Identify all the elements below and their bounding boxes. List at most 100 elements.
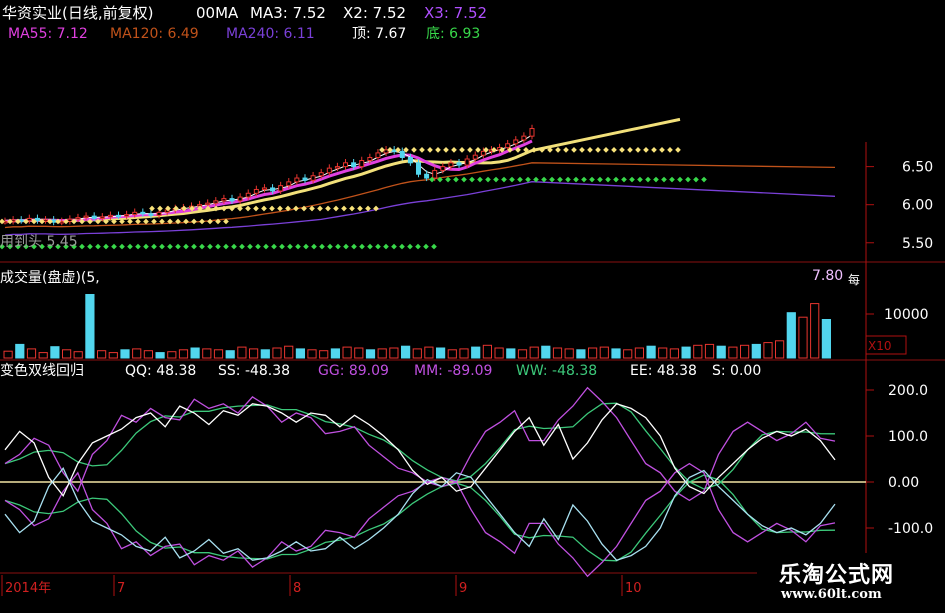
- volume-bar: [763, 342, 773, 359]
- s-value: S: 0.00: [712, 363, 761, 379]
- candle-body: [99, 216, 105, 219]
- price-note: 用到头 5.45: [0, 234, 78, 250]
- volume-bar: [517, 349, 528, 359]
- candle-body: [310, 175, 316, 181]
- ma-label: 00MA: [196, 4, 239, 22]
- volume-bar: [249, 348, 259, 359]
- volume-bar: [541, 345, 551, 359]
- volume-bar: [401, 345, 411, 359]
- price-tick-label: 5.50: [902, 236, 933, 252]
- chart-stage: 6.50 6.00 5.50 10000 200.0 100.0 0.00 -100.0 …: [0, 0, 945, 609]
- volume-bar: [319, 350, 329, 359]
- volume-tick-label: 10000: [884, 307, 929, 323]
- stock-title: 华资实业(日线,前复权): [2, 4, 153, 22]
- candle-body: [367, 156, 373, 162]
- candle-body: [261, 187, 267, 190]
- price-tick-label: 6.00: [902, 198, 933, 214]
- volume-bar: [3, 350, 13, 359]
- candle-body: [399, 150, 405, 158]
- volume-unit: X10: [868, 339, 892, 353]
- volume-bar: [62, 349, 72, 359]
- volume-bar: [681, 346, 691, 359]
- volume-bar: [178, 349, 189, 359]
- ma240-value: MA240: 6.11: [226, 26, 315, 42]
- volume-bar: [120, 349, 130, 359]
- volume-bar: [693, 344, 703, 359]
- volume-bar: [658, 347, 668, 359]
- gg-value: GG: 89.09: [318, 363, 389, 379]
- candle-body: [505, 143, 511, 149]
- candle-body: [270, 187, 276, 192]
- indicator-title: 变色双线回归: [0, 362, 84, 379]
- watermark: 乐淘公式网 www.60lt.com: [757, 553, 945, 609]
- candle-body: [407, 156, 413, 164]
- candle-body: [464, 158, 470, 166]
- candle-body: [132, 211, 138, 216]
- volume-bar: [552, 347, 563, 359]
- volume-bar: [775, 340, 785, 359]
- candle-body: [415, 162, 421, 175]
- mm-value: MM: -89.09: [414, 363, 492, 379]
- candle-body: [229, 198, 235, 202]
- volume-bar: [97, 350, 107, 359]
- candle-body: [351, 162, 357, 168]
- volume-bar: [716, 345, 726, 359]
- volume-bar: [459, 348, 469, 359]
- indicator-tick-label: 100.0: [888, 429, 928, 445]
- candle-body: [440, 166, 446, 171]
- volume-bar: [365, 349, 376, 359]
- ww-value: WW: -48.38: [516, 363, 597, 379]
- candle-body: [521, 135, 527, 141]
- candle-body: [294, 177, 300, 183]
- volume-bar: [26, 348, 37, 359]
- volume-bar: [132, 348, 142, 359]
- volume-bar: [564, 348, 574, 359]
- candle-body: [375, 152, 381, 158]
- volume-peak: 7.80: [812, 268, 843, 284]
- volume-bar: [576, 349, 586, 359]
- volume-bar: [798, 316, 808, 359]
- candle-body: [156, 211, 162, 216]
- volume-overlay: [130, 270, 808, 338]
- candle-body: [432, 169, 438, 179]
- volume-bar: [260, 349, 270, 359]
- volume-bar: [272, 347, 282, 359]
- volume-bar: [506, 348, 516, 359]
- volume-bar: [412, 348, 422, 359]
- volume-bar: [482, 344, 492, 359]
- volume-bar: [330, 348, 340, 359]
- candle-body: [318, 172, 324, 177]
- candle-body: [75, 217, 81, 220]
- volume-title: 成交量(盘虚)(5,: [0, 269, 100, 286]
- candle-body: [140, 211, 146, 215]
- volume-bar: [213, 349, 224, 359]
- candle-body: [383, 149, 389, 154]
- candle-body: [529, 128, 535, 137]
- candle-body: [245, 192, 251, 198]
- volume-bar: [810, 303, 820, 359]
- candle-body: [334, 166, 340, 169]
- volume-bar: [284, 345, 294, 359]
- volume-bar: [342, 346, 352, 359]
- volume-bar: [155, 352, 165, 359]
- candle-body: [26, 217, 32, 222]
- volume-bar: [307, 349, 317, 359]
- volume-bar: [436, 347, 446, 359]
- candle-body: [253, 188, 259, 194]
- date-label: 2014年: [5, 581, 51, 596]
- price-tick-label: 6.50: [902, 160, 933, 176]
- candle-body: [213, 200, 219, 204]
- candle-body: [513, 139, 519, 145]
- candle-body: [480, 150, 486, 156]
- candle-body: [205, 202, 211, 206]
- volume-bar: [143, 350, 154, 359]
- volume-bar: [786, 312, 796, 359]
- volume-bar: [237, 346, 247, 359]
- volume-bar: [588, 347, 598, 359]
- volume-bar: [225, 350, 235, 359]
- date-label: 7: [117, 581, 125, 596]
- volume-bar: [73, 351, 83, 359]
- candle-body: [326, 167, 332, 174]
- indicator-tick-label: 0.00: [888, 475, 919, 491]
- candle-body: [286, 181, 292, 187]
